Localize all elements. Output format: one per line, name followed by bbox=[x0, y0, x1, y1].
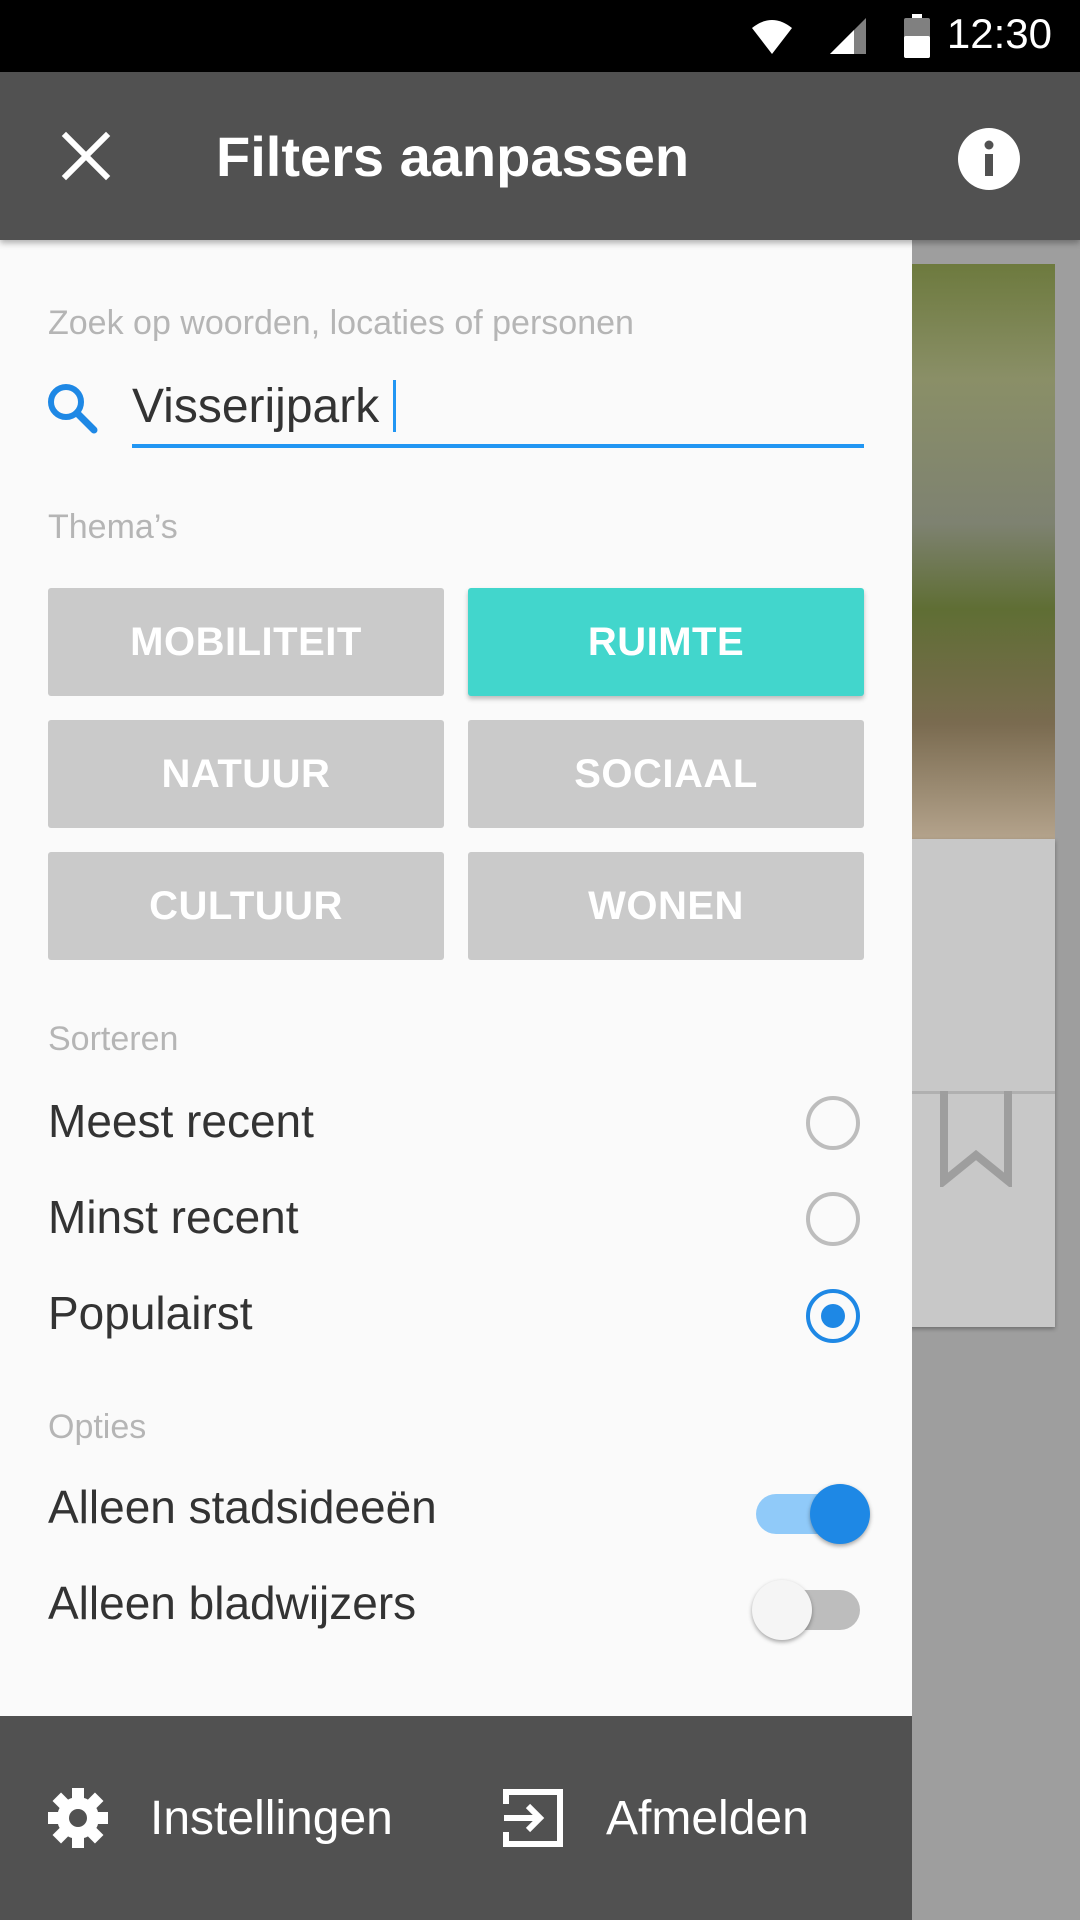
theme-button-sociaal[interactable]: SOCIAAL bbox=[468, 720, 864, 828]
theme-button-cultuur[interactable]: CULTUUR bbox=[48, 852, 444, 960]
toggle-alleen-stadsideeen[interactable] bbox=[752, 1480, 870, 1544]
sort-radio-meest-recent[interactable] bbox=[806, 1096, 860, 1150]
sort-option-label[interactable]: Populairst bbox=[48, 1286, 253, 1340]
theme-button-mobiliteit[interactable]: MOBILITEIT bbox=[48, 588, 444, 696]
search-input[interactable] bbox=[132, 368, 864, 448]
gear-icon bbox=[48, 1788, 108, 1848]
search-icon bbox=[48, 384, 98, 434]
drawer-bottom-bar: Instellingen Afmelden bbox=[0, 1716, 912, 1920]
settings-label: Instellingen bbox=[150, 1791, 393, 1845]
page-title: Filters aanpassen bbox=[216, 125, 690, 188]
app-bar: Filters aanpassen bbox=[0, 72, 1080, 240]
theme-button-ruimte[interactable]: RUIMTE bbox=[468, 588, 864, 696]
text-caret bbox=[393, 380, 396, 432]
toggle-thumb bbox=[752, 1580, 812, 1640]
sort-option-label[interactable]: Meest recent bbox=[48, 1094, 314, 1148]
theme-button-wonen[interactable]: WONEN bbox=[468, 852, 864, 960]
status-bar: 12:30 bbox=[0, 0, 1080, 72]
theme-button-natuur[interactable]: NATUUR bbox=[48, 720, 444, 828]
options-label: Opties bbox=[48, 1408, 147, 1446]
toggle-alleen-bladwijzers[interactable] bbox=[752, 1576, 870, 1640]
sort-radio-populairst[interactable] bbox=[806, 1289, 860, 1343]
wifi-icon bbox=[752, 20, 792, 54]
sort-radio-minst-recent[interactable] bbox=[806, 1192, 860, 1246]
sort-option-label[interactable]: Minst recent bbox=[48, 1190, 299, 1244]
settings-button[interactable]: Instellingen bbox=[46, 1786, 393, 1850]
info-icon[interactable] bbox=[958, 128, 1020, 190]
logout-label: Afmelden bbox=[606, 1791, 809, 1845]
themes-label: Thema’s bbox=[48, 508, 178, 546]
search-label: Zoek op woorden, locaties of personen bbox=[48, 304, 634, 342]
toggle-thumb bbox=[810, 1484, 870, 1544]
option-label: Alleen bladwijzers bbox=[48, 1577, 417, 1629]
battery-icon bbox=[904, 14, 930, 58]
option-label: Alleen stadsideeën bbox=[48, 1481, 437, 1533]
logout-button[interactable]: Afmelden bbox=[502, 1786, 809, 1850]
status-time: 12:30 bbox=[946, 10, 1052, 57]
sort-label: Sorteren bbox=[48, 1020, 179, 1058]
logout-icon bbox=[503, 1789, 563, 1847]
close-icon[interactable] bbox=[58, 128, 114, 184]
signal-icon bbox=[830, 18, 866, 54]
filter-drawer: Zoek op woorden, locaties of personen Th… bbox=[0, 240, 912, 1716]
bookmark-icon bbox=[940, 1091, 1012, 1187]
